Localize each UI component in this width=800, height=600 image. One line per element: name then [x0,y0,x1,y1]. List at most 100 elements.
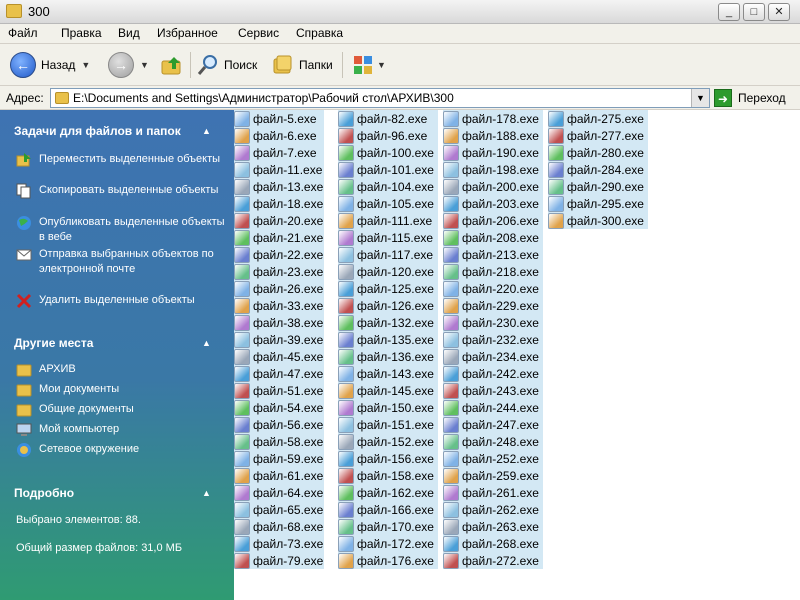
file-item[interactable]: файл-213.exe [443,246,543,263]
go-button[interactable]: ➜ Переход [714,89,786,107]
file-item[interactable]: файл-23.exe [234,263,324,280]
file-item[interactable]: файл-136.exe [338,348,438,365]
file-item[interactable]: файл-300.exe [548,212,648,229]
file-item[interactable]: файл-176.exe [338,552,438,569]
views-button[interactable]: ▼ [352,50,386,80]
forward-button[interactable]: → ▼ [108,50,149,80]
file-item[interactable]: файл-152.exe [338,433,438,450]
file-item[interactable]: файл-125.exe [338,280,438,297]
file-item[interactable]: файл-22.exe [234,246,324,263]
menu-edit[interactable]: Правка [59,26,104,40]
file-item[interactable]: файл-105.exe [338,195,438,212]
file-item[interactable]: файл-18.exe [234,195,324,212]
file-item[interactable]: файл-79.exe [234,552,324,569]
file-item[interactable]: файл-101.exe [338,161,438,178]
file-item[interactable]: файл-275.exe [548,110,648,127]
file-item[interactable]: файл-232.exe [443,331,543,348]
menu-help[interactable]: Справка [294,26,345,40]
up-folder-button[interactable] [160,50,184,80]
file-item[interactable]: файл-220.exe [443,280,543,297]
file-item[interactable]: файл-259.exe [443,467,543,484]
file-item[interactable]: файл-145.exe [338,382,438,399]
place-network[interactable]: Сетевое окружение [16,442,226,458]
file-item[interactable]: файл-162.exe [338,484,438,501]
file-item[interactable]: файл-6.exe [234,127,324,144]
file-item[interactable]: файл-45.exe [234,348,324,365]
details-section-title[interactable]: Подробно [14,486,74,500]
file-item[interactable]: файл-56.exe [234,416,324,433]
file-item[interactable]: файл-33.exe [234,297,324,314]
file-item[interactable]: файл-21.exe [234,229,324,246]
file-item[interactable]: файл-190.exe [443,144,543,161]
file-item[interactable]: файл-208.exe [443,229,543,246]
file-item[interactable]: файл-262.exe [443,501,543,518]
file-item[interactable]: файл-272.exe [443,552,543,569]
chevron-up-icon[interactable]: ▲ [202,338,211,348]
file-item[interactable]: файл-172.exe [338,535,438,552]
file-item[interactable]: файл-203.exe [443,195,543,212]
file-item[interactable]: файл-263.exe [443,518,543,535]
file-item[interactable]: файл-247.exe [443,416,543,433]
menu-favorites[interactable]: Избранное [155,26,220,40]
folders-button[interactable]: Папки [272,50,333,80]
file-item[interactable]: файл-126.exe [338,297,438,314]
file-item[interactable]: файл-295.exe [548,195,648,212]
tasks-section-title[interactable]: Задачи для файлов и папок [14,124,181,138]
file-item[interactable]: файл-115.exe [338,229,438,246]
file-item[interactable]: файл-242.exe [443,365,543,382]
file-item[interactable]: файл-206.exe [443,212,543,229]
file-item[interactable]: файл-59.exe [234,450,324,467]
address-dropdown-icon[interactable]: ▼ [691,89,709,107]
search-button[interactable]: Поиск [196,50,257,80]
file-item[interactable]: файл-132.exe [338,314,438,331]
file-item[interactable]: файл-200.exe [443,178,543,195]
place-my-computer[interactable]: Мой компьютер [16,422,226,438]
file-item[interactable]: файл-38.exe [234,314,324,331]
chevron-up-icon[interactable]: ▲ [202,126,211,136]
file-item[interactable]: файл-47.exe [234,365,324,382]
file-item[interactable]: файл-54.exe [234,399,324,416]
back-dropdown-icon[interactable]: ▼ [81,60,90,70]
file-item[interactable]: файл-51.exe [234,382,324,399]
task-move[interactable]: Переместить выделенные объекты [16,152,226,168]
file-item[interactable]: файл-198.exe [443,161,543,178]
place-shared-documents[interactable]: Общие документы [16,402,226,418]
close-button[interactable]: ✕ [768,3,790,21]
address-input[interactable]: E:\Documents and Settings\Администратор\… [50,88,710,108]
minimize-button[interactable]: _ [718,3,740,21]
task-publish[interactable]: Опубликовать выделенные объекты в вебе [16,215,226,245]
menu-view[interactable]: Вид [116,26,142,40]
file-item[interactable]: файл-243.exe [443,382,543,399]
place-archive[interactable]: АРХИВ [16,362,226,378]
maximize-button[interactable]: □ [743,3,765,21]
file-item[interactable]: файл-244.exe [443,399,543,416]
task-delete[interactable]: Удалить выделенные объекты [16,293,226,309]
file-item[interactable]: файл-151.exe [338,416,438,433]
file-item[interactable]: файл-234.exe [443,348,543,365]
file-item[interactable]: файл-111.exe [338,212,438,229]
file-item[interactable]: файл-156.exe [338,450,438,467]
file-item[interactable]: файл-135.exe [338,331,438,348]
file-item[interactable]: файл-143.exe [338,365,438,382]
file-item[interactable]: файл-73.exe [234,535,324,552]
task-email[interactable]: Отправка выбранных объектов по электронн… [16,247,226,277]
file-item[interactable]: файл-120.exe [338,263,438,280]
place-my-documents[interactable]: Мои документы [16,382,226,398]
file-item[interactable]: файл-39.exe [234,331,324,348]
back-button[interactable]: ← Назад ▼ [10,50,90,80]
file-item[interactable]: файл-261.exe [443,484,543,501]
file-item[interactable]: файл-170.exe [338,518,438,535]
file-item[interactable]: файл-58.exe [234,433,324,450]
forward-dropdown-icon[interactable]: ▼ [140,60,149,70]
file-item[interactable]: файл-229.exe [443,297,543,314]
file-item[interactable]: файл-68.exe [234,518,324,535]
file-item[interactable]: файл-26.exe [234,280,324,297]
file-item[interactable]: файл-188.exe [443,127,543,144]
file-item[interactable]: файл-65.exe [234,501,324,518]
file-item[interactable]: файл-158.exe [338,467,438,484]
file-item[interactable]: файл-230.exe [443,314,543,331]
file-item[interactable]: файл-284.exe [548,161,648,178]
file-item[interactable]: файл-64.exe [234,484,324,501]
file-item[interactable]: файл-61.exe [234,467,324,484]
file-item[interactable]: файл-7.exe [234,144,324,161]
